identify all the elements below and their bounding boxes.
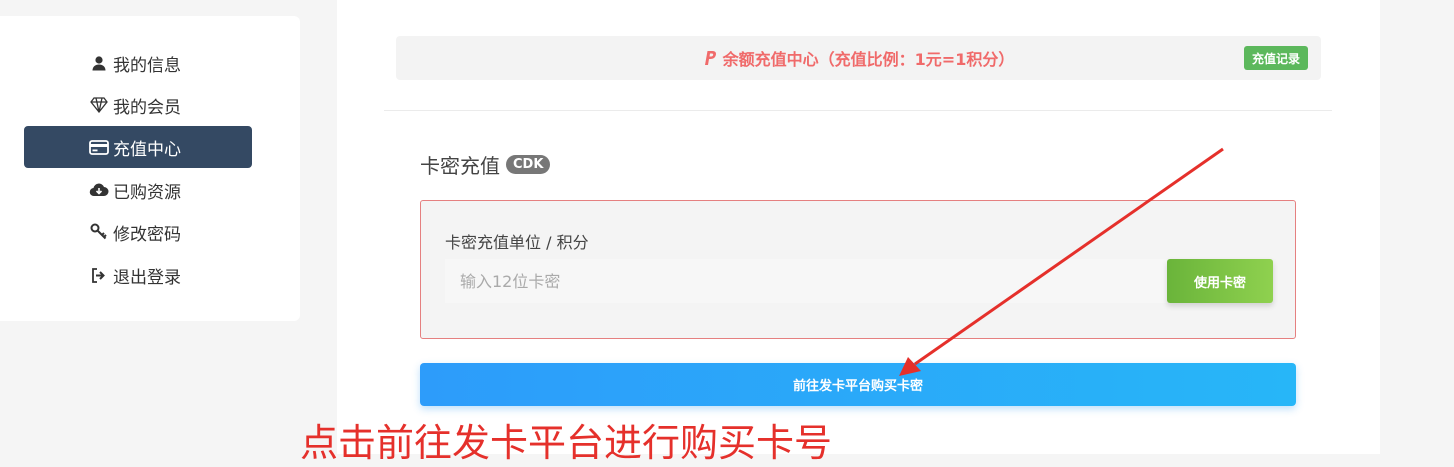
credit-card-icon bbox=[89, 137, 109, 157]
cdk-title-text: 卡密充值 bbox=[420, 154, 500, 178]
cdk-code-input[interactable] bbox=[445, 259, 1167, 303]
cdk-section-title: 卡密充值 CDK bbox=[420, 150, 551, 179]
sidebar-item-label: 已购资源 bbox=[113, 182, 181, 203]
cdk-field-label: 卡密充值单位 / 积分 bbox=[445, 233, 589, 252]
recharge-header: 余额充值中心（充值比例：1元=1积分） 充值记录 bbox=[396, 36, 1321, 80]
sidebar-item-label: 充值中心 bbox=[113, 139, 181, 160]
recharge-header-title: 余额充值中心（充值比例：1元=1积分） bbox=[396, 36, 1321, 80]
paypal-icon bbox=[703, 50, 717, 66]
go-to-card-platform-button[interactable]: 前往发卡平台购买卡密 bbox=[420, 363, 1296, 406]
sidebar: 我的信息 我的会员 充值中心 已购资源 修改密码 退出登录 bbox=[0, 16, 300, 321]
sidebar-item-purchased-resources[interactable]: 已购资源 bbox=[24, 169, 252, 211]
cdk-badge: CDK bbox=[506, 155, 551, 174]
user-icon bbox=[89, 53, 109, 73]
sidebar-item-my-membership[interactable]: 我的会员 bbox=[24, 84, 252, 126]
diamond-icon bbox=[89, 95, 109, 115]
annotation-text: 点击前往发卡平台进行购买卡号 bbox=[300, 421, 833, 465]
sidebar-item-logout[interactable]: 退出登录 bbox=[24, 254, 252, 296]
sign-out-icon bbox=[89, 265, 109, 285]
cloud-download-icon bbox=[89, 180, 109, 200]
recharge-header-text: 余额充值中心（充值比例：1元=1积分） bbox=[722, 50, 1015, 69]
sidebar-item-label: 我的信息 bbox=[113, 55, 181, 76]
sidebar-item-my-info[interactable]: 我的信息 bbox=[24, 42, 252, 84]
sidebar-item-change-password[interactable]: 修改密码 bbox=[24, 211, 252, 253]
sidebar-item-label: 我的会员 bbox=[113, 97, 181, 118]
sidebar-item-label: 修改密码 bbox=[113, 224, 181, 245]
recharge-record-button[interactable]: 充值记录 bbox=[1243, 46, 1308, 70]
key-icon bbox=[89, 222, 109, 242]
use-cdk-button[interactable]: 使用卡密 bbox=[1167, 259, 1273, 303]
cdk-form: 卡密充值单位 / 积分 使用卡密 bbox=[420, 200, 1296, 339]
divider bbox=[384, 110, 1332, 111]
main-panel: 余额充值中心（充值比例：1元=1积分） 充值记录 卡密充值 CDK 卡密充值单位… bbox=[337, 0, 1380, 454]
sidebar-item-recharge-center[interactable]: 充值中心 bbox=[24, 126, 252, 168]
sidebar-item-label: 退出登录 bbox=[113, 267, 181, 288]
